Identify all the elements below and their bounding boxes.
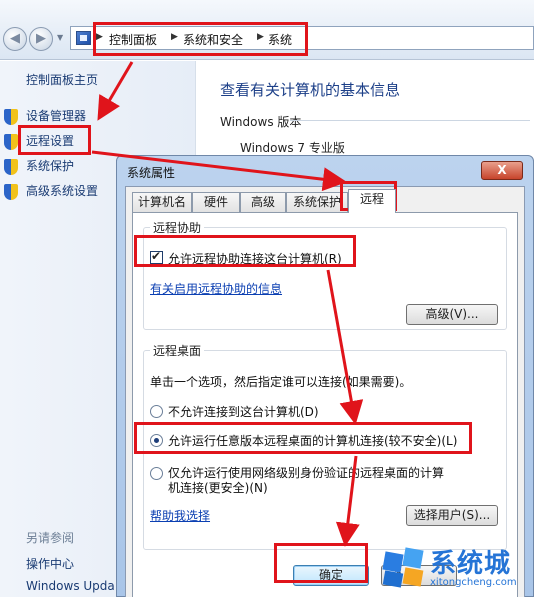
sidebar-item-system-protection[interactable]: 系统保护 bbox=[4, 157, 74, 177]
radio-deny-connections[interactable] bbox=[150, 405, 163, 418]
xitongcheng-logo-icon bbox=[382, 545, 426, 589]
back-arrow-icon: ◀ bbox=[10, 31, 20, 46]
radio-label-nla-line2[interactable]: 机连接(更安全)(N) bbox=[168, 479, 268, 496]
divider bbox=[290, 120, 530, 121]
watermark-url: xitongcheng.com bbox=[430, 577, 517, 588]
forward-button[interactable]: ▶ bbox=[29, 27, 53, 51]
watermark: 系统城 xitongcheng.com bbox=[382, 535, 534, 597]
remote-desktop-instruction: 单击一个选项，然后指定谁可以连接(如果需要)。 bbox=[150, 375, 412, 389]
help-me-choose-link[interactable]: 帮助我选择 bbox=[150, 507, 210, 524]
shield-icon bbox=[4, 183, 18, 200]
control-panel-icon bbox=[76, 31, 91, 45]
close-button[interactable]: X bbox=[481, 161, 523, 180]
edition-heading: Windows 版本 bbox=[220, 115, 302, 129]
tab-system-protection[interactable]: 系统保护 bbox=[286, 192, 348, 212]
sidebar-item-label: 高级系统设置 bbox=[26, 184, 99, 198]
watermark-name: 系统城 bbox=[430, 549, 512, 579]
shield-icon bbox=[4, 158, 18, 175]
system-properties-dialog: 系统属性 X 计算机名 硬件 高级 系统保护 远程 远程协助 允许远程协助连接这… bbox=[116, 155, 534, 597]
see-also-heading: 另请参阅 bbox=[26, 531, 75, 545]
page-title: 查看有关计算机的基本信息 bbox=[220, 81, 401, 99]
shield-icon bbox=[4, 108, 18, 125]
sidebar-item-device-manager[interactable]: 设备管理器 bbox=[4, 107, 86, 127]
sidebar-home-link[interactable]: 控制面板主页 bbox=[26, 71, 98, 88]
annotation-box-ok bbox=[274, 543, 368, 583]
shield-icon bbox=[4, 133, 18, 150]
dialog-title: 系统属性 bbox=[127, 166, 176, 180]
annotation-box-checkbox bbox=[134, 235, 356, 267]
tab-computer-name[interactable]: 计算机名 bbox=[132, 192, 192, 212]
annotation-box-breadcrumb bbox=[93, 22, 308, 56]
sidebar-link-action-center[interactable]: 操作中心 bbox=[26, 555, 74, 572]
tab-remote[interactable]: 远程 bbox=[348, 189, 396, 213]
close-icon: X bbox=[497, 163, 507, 177]
sidebar-item-advanced-settings[interactable]: 高级系统设置 bbox=[4, 182, 98, 202]
sidebar-item-label: 设备管理器 bbox=[26, 109, 87, 123]
back-button[interactable]: ◀ bbox=[3, 27, 27, 51]
advanced-button[interactable]: 高级(V)... bbox=[406, 304, 498, 325]
remote-desktop-heading: 远程桌面 bbox=[150, 342, 205, 359]
forward-arrow-icon: ▶ bbox=[36, 31, 46, 46]
tab-hardware[interactable]: 硬件 bbox=[192, 192, 240, 212]
remote-assistance-heading: 远程协助 bbox=[150, 219, 205, 236]
history-dropdown-icon[interactable]: ▼ bbox=[57, 33, 63, 42]
sidebar-link-windows-update[interactable]: Windows Upda bbox=[26, 579, 115, 593]
tab-advanced[interactable]: 高级 bbox=[240, 192, 286, 212]
annotation-box-remote-settings bbox=[18, 125, 91, 155]
annotation-box-radio bbox=[134, 422, 472, 454]
edition-value: Windows 7 专业版 bbox=[240, 141, 345, 155]
remote-assistance-info-link[interactable]: 有关启用远程协助的信息 bbox=[150, 280, 282, 297]
radio-label-deny[interactable]: 不允许连接到这台计算机(D) bbox=[168, 403, 319, 420]
sidebar-item-label: 系统保护 bbox=[26, 159, 75, 173]
select-users-button[interactable]: 选择用户(S)... bbox=[406, 505, 498, 526]
radio-allow-nla-only[interactable] bbox=[150, 467, 163, 480]
